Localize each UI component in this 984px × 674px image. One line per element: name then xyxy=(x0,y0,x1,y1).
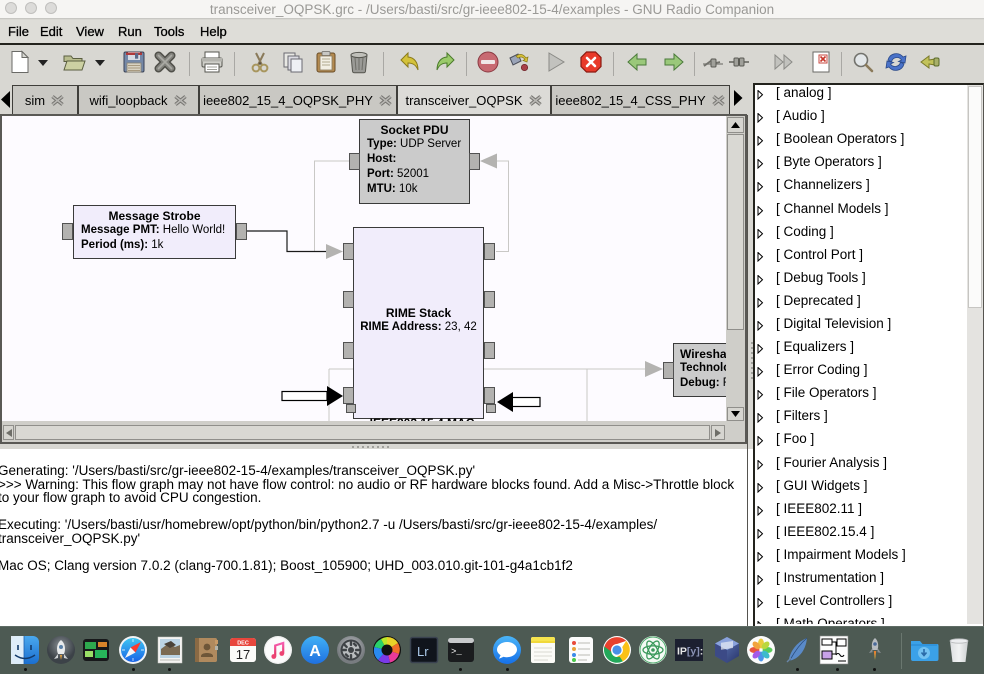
svg-text:IP[y]:: IP[y]: xyxy=(677,646,703,658)
svg-text:Lr: Lr xyxy=(417,644,429,659)
svg-text:A: A xyxy=(309,643,321,660)
svg-text:DEC: DEC xyxy=(237,641,249,647)
svg-text:>_: >_ xyxy=(451,647,462,657)
svg-text:17: 17 xyxy=(236,647,250,662)
